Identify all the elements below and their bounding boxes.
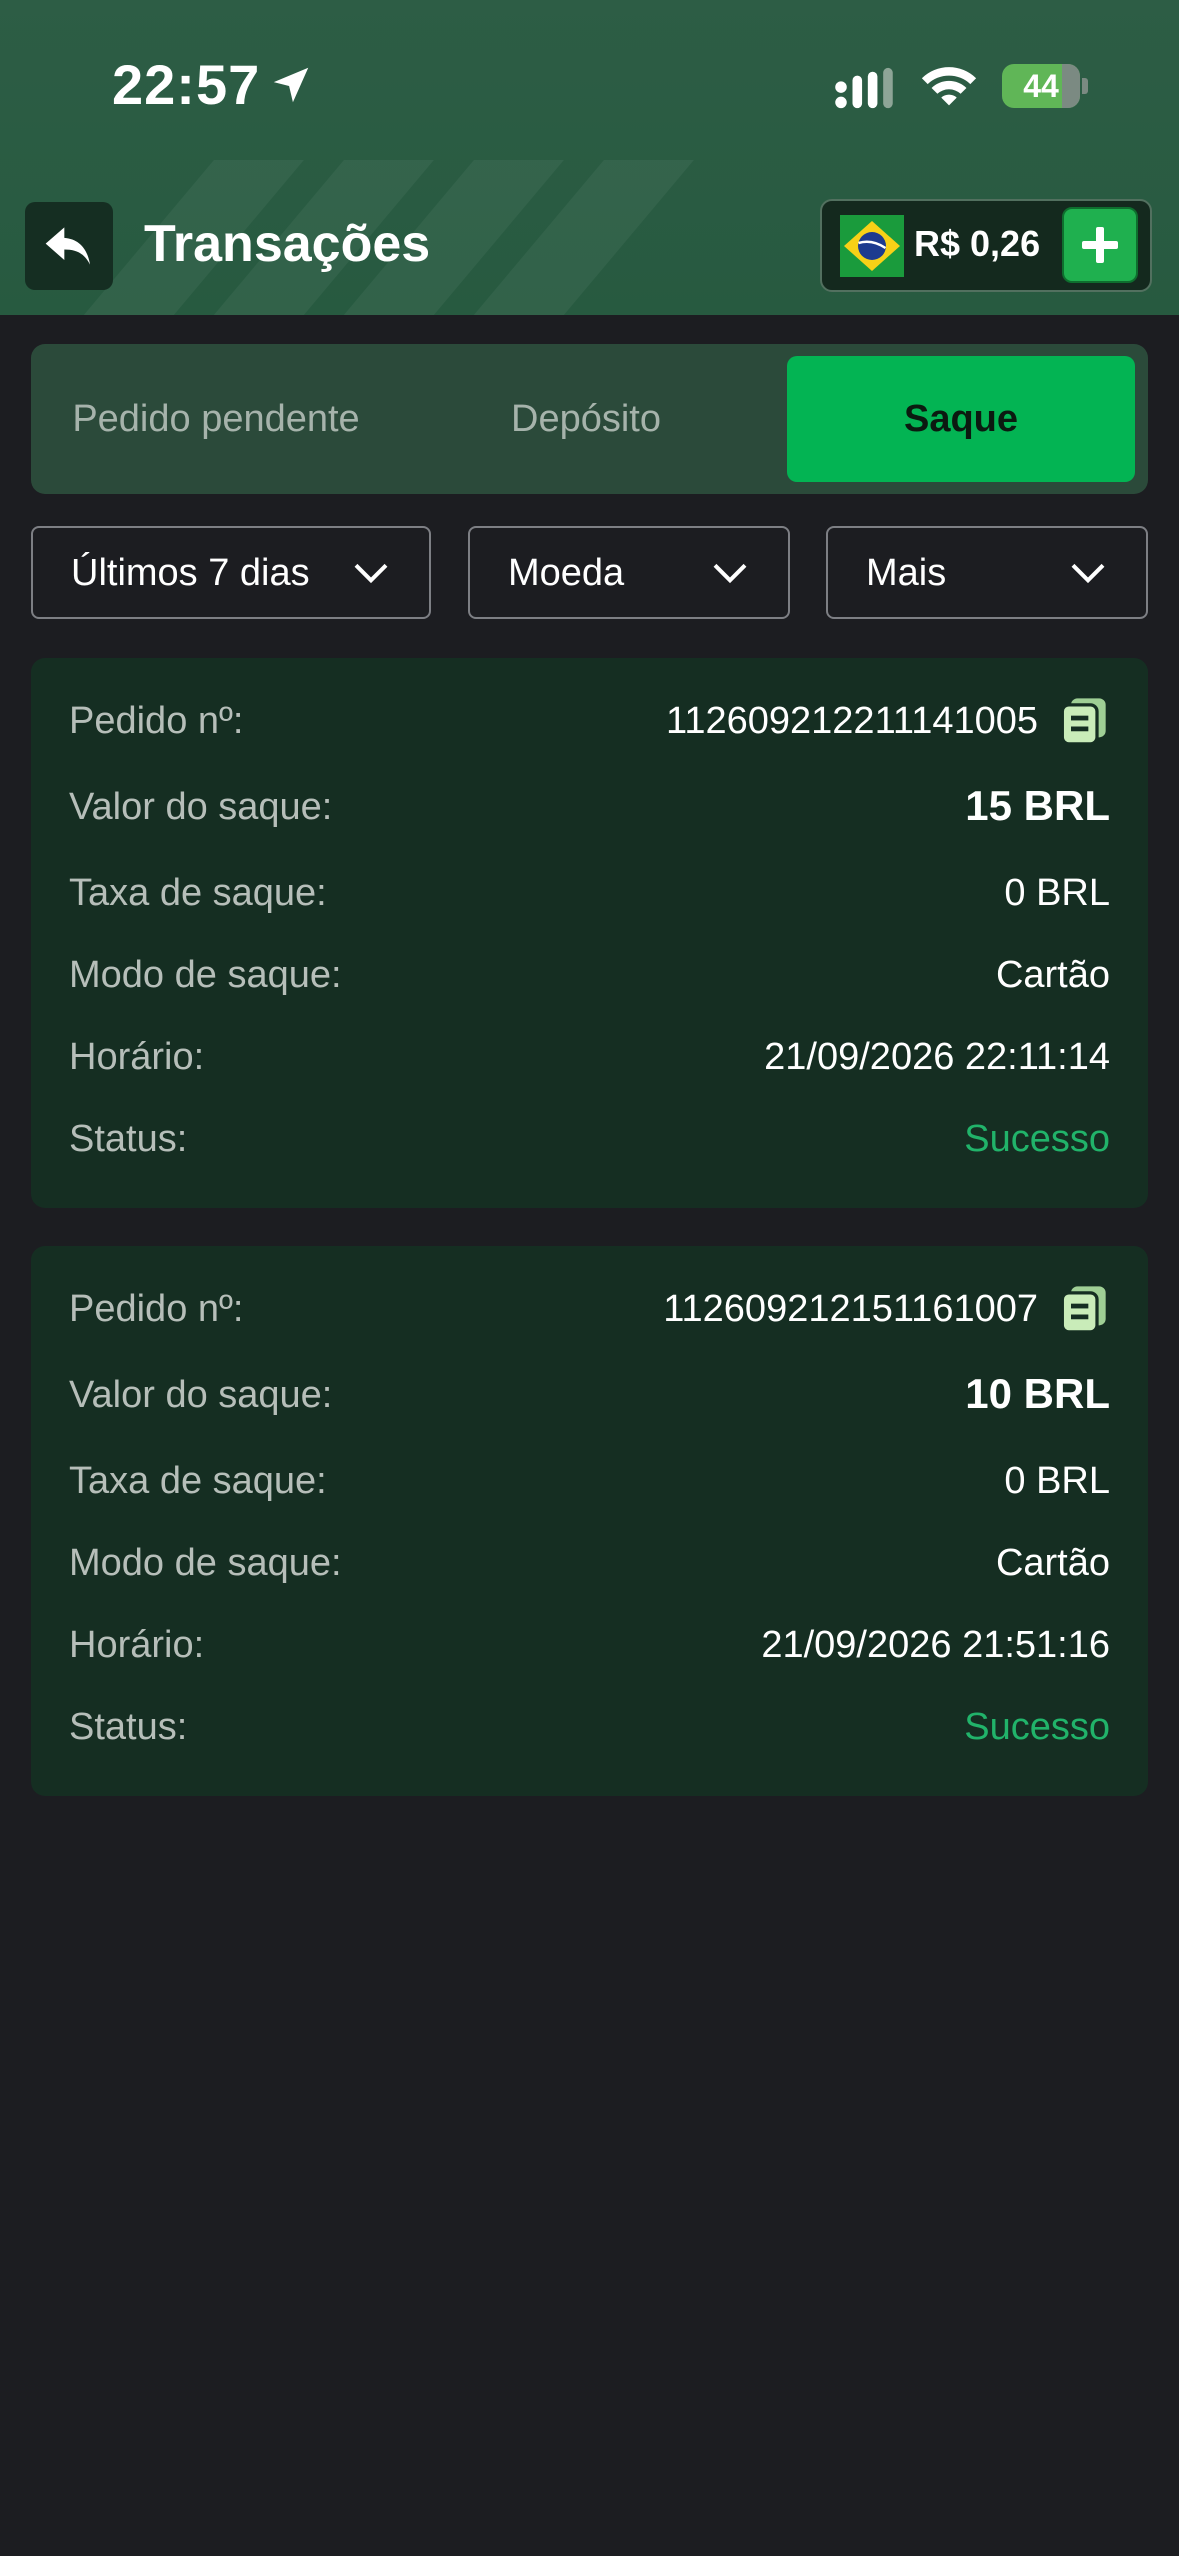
back-arrow-icon [45,227,90,265]
fee-value: 0 BRL [1004,872,1110,914]
copy-icon[interactable] [1058,694,1110,746]
fee-row: Taxa de saque: 0 BRL [69,872,1110,932]
time-label: Horário: [69,1036,205,1078]
plus-icon [1082,227,1118,263]
tab-deposit[interactable]: Depósito [401,356,771,482]
chevron-down-icon [354,563,388,584]
balance-widget[interactable]: R$ 0,26 [820,199,1152,292]
order-label: Pedido nº: [69,1288,244,1330]
amount-label: Valor do saque: [69,786,333,828]
order-row: Pedido nº: 112609212151161007 [69,1286,1110,1348]
cellular-signal-icon [835,67,893,109]
filter-label: Moeda [508,552,625,594]
time-row: Horário: 21/09/2026 21:51:16 [69,1624,1110,1684]
fee-row: Taxa de saque: 0 BRL [69,1460,1110,1520]
more-filter[interactable]: Mais [826,526,1148,619]
filter-label: Últimos 7 dias [71,552,310,594]
order-row: Pedido nº: 112609212211141005 [69,698,1110,760]
copy-icon[interactable] [1058,1282,1110,1334]
tab-withdrawal[interactable]: Saque [787,356,1135,482]
amount-label: Valor do saque: [69,1374,333,1416]
status-bar: 22:57 44 [0,0,1179,170]
status-label: Status: [69,1118,188,1160]
amount-value: 10 BRL [965,1370,1110,1417]
currency-filter[interactable]: Moeda [468,526,790,619]
order-number: 112609212211141005 [666,700,1038,742]
mode-label: Modo de saque: [69,954,342,996]
status-row: Status: Sucesso [69,1706,1110,1766]
time-value: 21/09/2026 22:11:14 [764,1036,1110,1078]
status-value: Sucesso [964,1706,1110,1748]
order-label: Pedido nº: [69,700,244,742]
amount-row: Valor do saque: 10 BRL [69,1370,1110,1434]
brazil-flag-icon [840,215,904,277]
mode-value: Cartão [995,1542,1110,1584]
mode-row: Modo de saque: Cartão [69,1542,1110,1602]
transaction-card: Pedido nº: 112609212151161007 Valor do s… [31,1246,1148,1796]
order-number: 112609212151161007 [663,1288,1038,1330]
wifi-icon [921,67,977,106]
fee-value: 0 BRL [1004,1460,1110,1502]
tab-pending-order[interactable]: Pedido pendente [31,356,401,482]
add-funds-button[interactable] [1062,207,1138,283]
transaction-tabs: Pedido pendente Depósito Saque [31,344,1148,494]
chevron-down-icon [1071,563,1105,584]
time-row: Horário: 21/09/2026 22:11:14 [69,1036,1110,1096]
battery-icon: 44 [1002,64,1088,108]
amount-value: 15 BRL [965,782,1110,829]
header: 22:57 44 Transações R$ 0,26 [0,0,1179,315]
page-title: Transações [144,215,431,273]
fee-label: Taxa de saque: [69,1460,327,1502]
back-button[interactable] [25,202,113,290]
chevron-down-icon [713,563,747,584]
status-label: Status: [69,1706,188,1748]
balance-amount: R$ 0,26 [914,223,1041,264]
date-range-filter[interactable]: Últimos 7 dias [31,526,431,619]
status-value: Sucesso [964,1118,1110,1160]
fee-label: Taxa de saque: [69,872,327,914]
transaction-card: Pedido nº: 112609212211141005 Valor do s… [31,658,1148,1208]
mode-label: Modo de saque: [69,1542,342,1584]
filter-label: Mais [866,552,947,594]
location-arrow-icon [273,67,309,103]
time-value: 21/09/2026 21:51:16 [761,1624,1110,1666]
mode-row: Modo de saque: Cartão [69,954,1110,1014]
status-time: 22:57 [112,53,261,116]
mode-value: Cartão [995,954,1110,996]
amount-row: Valor do saque: 15 BRL [69,782,1110,846]
status-row: Status: Sucesso [69,1118,1110,1178]
time-label: Horário: [69,1624,205,1666]
